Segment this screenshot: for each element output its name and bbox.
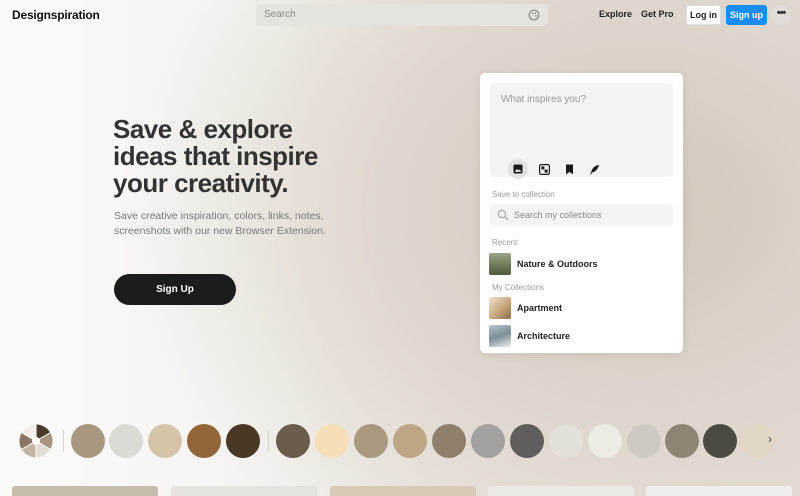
- color-swatch[interactable]: [665, 424, 699, 458]
- note-icon: [589, 164, 599, 175]
- image-icon: [513, 164, 523, 174]
- login-button[interactable]: Log in: [686, 5, 721, 25]
- site-logo[interactable]: Designspiration: [12, 8, 100, 22]
- color-swatch[interactable]: [315, 424, 349, 458]
- inspiration-placeholder: What inspires you?: [501, 94, 587, 105]
- inspiration-grid-tile[interactable]: [171, 486, 317, 496]
- hero-title-line: your creativity.: [113, 168, 289, 198]
- collection-item-architecture[interactable]: Architecture: [489, 325, 674, 347]
- color-swatch[interactable]: [354, 424, 388, 458]
- color-swatch[interactable]: [703, 424, 737, 458]
- hero-signup-button[interactable]: Sign Up: [114, 274, 236, 305]
- color-wheel-center: [32, 437, 40, 445]
- hero-subtitle: Save creative inspiration, colors, links…: [114, 209, 354, 239]
- collection-thumbnail: [489, 297, 511, 319]
- inspiration-grid-tile[interactable]: [646, 486, 792, 496]
- more-options-button[interactable]: •••: [771, 5, 791, 25]
- search-placeholder: Search: [264, 9, 296, 20]
- browser-extension-panel: What inspires you? Save to collection Se…: [480, 73, 683, 353]
- recent-label: Recent: [492, 238, 518, 247]
- color-swatch[interactable]: [627, 424, 661, 458]
- image-tool-button[interactable]: [508, 159, 528, 179]
- color-swatch[interactable]: [187, 424, 221, 458]
- color-palette-strip: ›: [0, 422, 800, 460]
- color-swatch[interactable]: [276, 424, 310, 458]
- color-swatch[interactable]: [71, 424, 105, 458]
- hero-title-line: Save & explore: [113, 114, 293, 144]
- bookmark-icon: [565, 164, 573, 174]
- collection-name: Nature & Outdoors: [517, 259, 598, 269]
- my-collections-label: My Collections: [492, 283, 545, 292]
- save-to-collection-label: Save to collection: [492, 190, 555, 199]
- color-swatch[interactable]: [393, 424, 427, 458]
- color-swatch[interactable]: [109, 424, 143, 458]
- nav-explore-link[interactable]: Explore: [599, 9, 632, 19]
- note-tool-button[interactable]: [584, 159, 604, 179]
- collection-thumbnail: [489, 253, 511, 275]
- next-colors-button[interactable]: ›: [768, 432, 772, 446]
- inspiration-grid-tile[interactable]: [12, 486, 158, 496]
- collection-thumbnail: [489, 325, 511, 347]
- nav-get-pro-link[interactable]: Get Pro: [641, 9, 674, 19]
- color-wheel-button[interactable]: [19, 424, 53, 458]
- collection-item-nature-outdoors[interactable]: Nature & Outdoors: [489, 253, 674, 275]
- screenshot-tool-button[interactable]: [534, 159, 554, 179]
- search-input[interactable]: Search: [256, 4, 548, 26]
- hero-subtitle-line: Save creative inspiration, colors, links…: [114, 210, 324, 222]
- hero-subtitle-line: screenshots with our new Browser Extensi…: [114, 225, 326, 237]
- divider: [268, 430, 269, 452]
- screenshot-icon: [538, 163, 550, 175]
- collection-item-apartment[interactable]: Apartment: [489, 297, 674, 319]
- color-palette-icon[interactable]: [528, 9, 540, 21]
- color-swatch[interactable]: [148, 424, 182, 458]
- color-swatch[interactable]: [471, 424, 505, 458]
- collection-search-input[interactable]: Search my collections: [490, 204, 673, 226]
- signup-button[interactable]: Sign up: [726, 5, 767, 25]
- divider: [63, 430, 64, 452]
- color-swatch[interactable]: [588, 424, 622, 458]
- collection-name: Architecture: [517, 331, 571, 341]
- hero-title: Save & explore ideas that inspire your c…: [113, 116, 373, 197]
- color-swatch[interactable]: [226, 424, 260, 458]
- collection-name: Apartment: [517, 303, 563, 313]
- hero-title-line: ideas that inspire: [113, 141, 318, 171]
- color-swatch[interactable]: [510, 424, 544, 458]
- inspiration-grid-tile[interactable]: [488, 486, 634, 496]
- inspiration-grid-tile[interactable]: [330, 486, 476, 496]
- collection-search-placeholder: Search my collections: [514, 210, 602, 220]
- inspiration-textarea[interactable]: What inspires you?: [490, 83, 673, 179]
- color-swatch[interactable]: [432, 424, 466, 458]
- color-swatch[interactable]: [549, 424, 583, 458]
- top-navigation-bar: Designspiration Search Explore Get Pro L…: [0, 0, 800, 30]
- bookmark-tool-button[interactable]: [559, 159, 579, 179]
- search-icon: [497, 209, 509, 221]
